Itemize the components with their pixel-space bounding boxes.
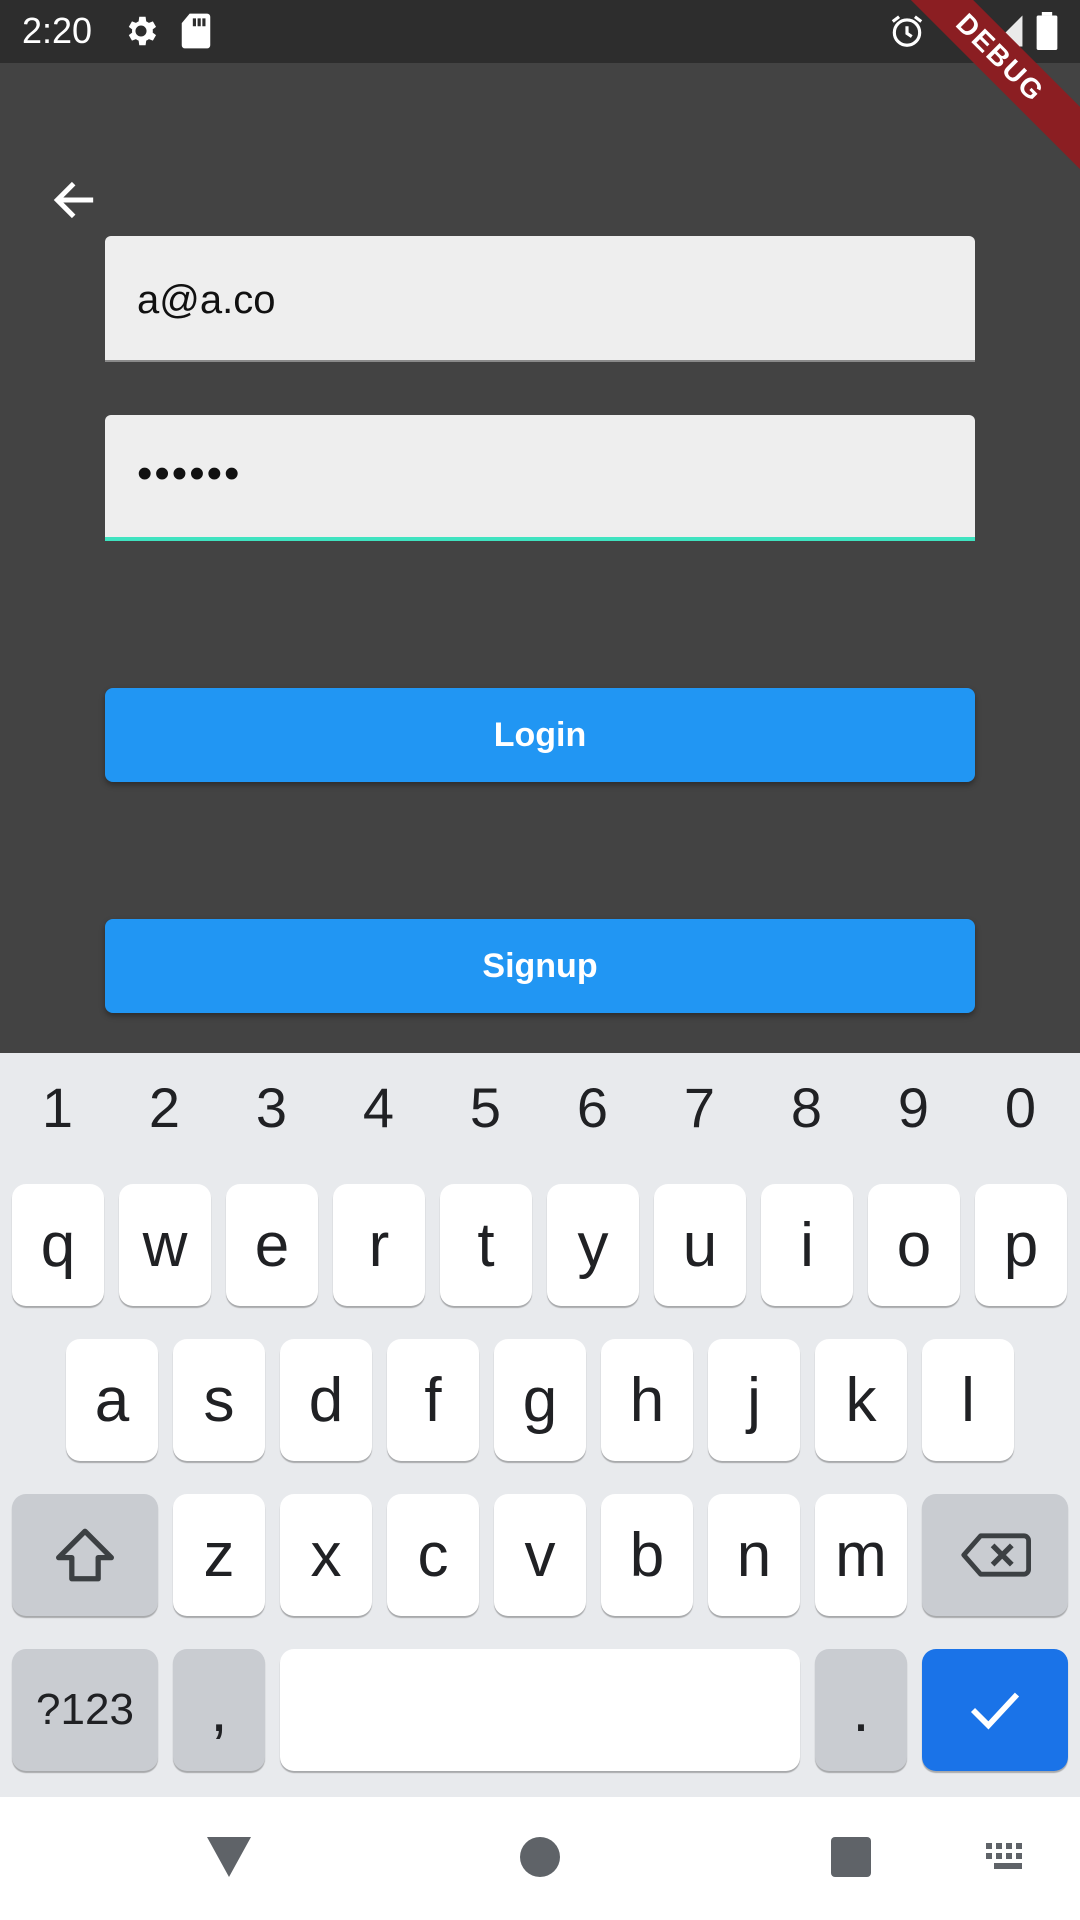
key-5[interactable]: 5 [432, 1075, 539, 1140]
debug-banner: DEBUG [900, 0, 1080, 180]
key-8[interactable]: 8 [753, 1075, 860, 1140]
key-0[interactable]: 0 [967, 1075, 1074, 1140]
recents-square-icon[interactable] [831, 1837, 871, 1877]
key-4[interactable]: 4 [325, 1075, 432, 1140]
key-e[interactable]: e [226, 1184, 318, 1306]
key-w[interactable]: w [119, 1184, 211, 1306]
key-m[interactable]: m [815, 1494, 907, 1616]
email-field[interactable]: a@a.co [105, 236, 975, 362]
login-button[interactable]: Login [105, 688, 975, 782]
key-3[interactable]: 3 [218, 1075, 325, 1140]
navigation-bar [0, 1797, 1080, 1920]
key-d[interactable]: d [280, 1339, 372, 1461]
key-f[interactable]: f [387, 1339, 479, 1461]
debug-banner-container: DEBUG [900, 0, 1080, 180]
key-l[interactable]: l [922, 1339, 1014, 1461]
key-s[interactable]: s [173, 1339, 265, 1461]
key-x[interactable]: x [280, 1494, 372, 1616]
keyboard-switch-icon[interactable] [986, 1843, 1030, 1875]
period-key[interactable]: . [815, 1649, 907, 1771]
key-7[interactable]: 7 [646, 1075, 753, 1140]
key-9[interactable]: 9 [860, 1075, 967, 1140]
key-z[interactable]: z [173, 1494, 265, 1616]
key-q[interactable]: q [12, 1184, 104, 1306]
key-n[interactable]: n [708, 1494, 800, 1616]
checkmark-icon [970, 1692, 1020, 1730]
key-b[interactable]: b [601, 1494, 693, 1616]
symbols-key[interactable]: ?123 [12, 1649, 158, 1771]
key-y[interactable]: y [547, 1184, 639, 1306]
key-u[interactable]: u [654, 1184, 746, 1306]
app-screen [0, 63, 1080, 1053]
key-h[interactable]: h [601, 1339, 693, 1461]
key-o[interactable]: o [868, 1184, 960, 1306]
number-row: 1 2 3 4 5 6 7 8 9 0 [0, 1075, 1080, 1145]
key-6[interactable]: 6 [539, 1075, 646, 1140]
email-value: a@a.co [137, 278, 276, 322]
comma-key[interactable]: , [173, 1649, 265, 1771]
key-t[interactable]: t [440, 1184, 532, 1306]
key-p[interactable]: p [975, 1184, 1067, 1306]
key-g[interactable]: g [494, 1339, 586, 1461]
done-key[interactable] [922, 1649, 1068, 1771]
password-value: •••••• [137, 449, 242, 498]
shift-arrow-icon [56, 1528, 114, 1582]
key-1[interactable]: 1 [4, 1075, 111, 1140]
key-v[interactable]: v [494, 1494, 586, 1616]
key-k[interactable]: k [815, 1339, 907, 1461]
key-a[interactable]: a [66, 1339, 158, 1461]
key-c[interactable]: c [387, 1494, 479, 1616]
signup-button[interactable]: Signup [105, 919, 975, 1013]
key-j[interactable]: j [708, 1339, 800, 1461]
password-field[interactable]: •••••• [105, 415, 975, 541]
settings-icon [128, 16, 157, 46]
back-triangle-icon[interactable] [207, 1837, 251, 1877]
status-time: 2:20 [22, 10, 93, 51]
key-i[interactable]: i [761, 1184, 853, 1306]
key-r[interactable]: r [333, 1184, 425, 1306]
backspace-icon [961, 1533, 1031, 1577]
back-arrow-icon[interactable] [44, 175, 104, 225]
keyboard: 1 2 3 4 5 6 7 8 9 0 q w e r t y u i o p … [0, 1053, 1080, 1797]
sd-card-icon [181, 13, 211, 49]
space-key[interactable] [280, 1649, 800, 1771]
home-circle-icon[interactable] [520, 1837, 560, 1877]
shift-key[interactable] [12, 1494, 158, 1616]
key-2[interactable]: 2 [111, 1075, 218, 1140]
backspace-key[interactable] [922, 1494, 1068, 1616]
